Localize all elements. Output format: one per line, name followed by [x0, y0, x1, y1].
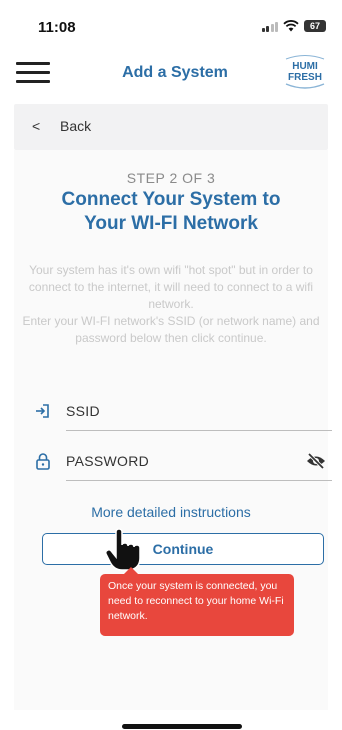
description-para-1: Your system has it's own wifi "hot spot"… [28, 263, 314, 311]
main-content: STEP 2 OF 3 Connect Your System to Your … [14, 150, 332, 710]
heading-line-2: Your WI-FI Network [84, 213, 258, 234]
chevron-left-icon: < [32, 118, 41, 134]
eye-off-icon[interactable] [306, 452, 326, 470]
status-bar: 11:08 67 [0, 0, 342, 44]
svg-text:FRESH: FRESH [288, 72, 322, 83]
description: Your system has it's own wifi "hot spot"… [20, 262, 322, 347]
battery-icon: 67 [304, 20, 326, 32]
ssid-underline [66, 430, 332, 431]
app-header: Add a System HUMI FRESH [0, 52, 342, 96]
lock-icon [36, 453, 50, 470]
status-time: 11:08 [38, 19, 76, 36]
svg-text:HUMI: HUMI [292, 61, 318, 72]
connection-tooltip: Once your system is connected, you need … [100, 567, 294, 636]
continue-label: Continue [152, 541, 214, 557]
pointing-hand-icon [105, 528, 141, 571]
more-instructions-link[interactable]: More detailed instructions [14, 504, 328, 520]
wifi-icon [283, 20, 299, 32]
continue-button[interactable]: Continue [42, 533, 324, 565]
page-title: Add a System [122, 64, 228, 81]
back-label: Back [60, 118, 92, 134]
back-button[interactable]: < Back [14, 104, 328, 150]
signal-icon [261, 21, 278, 32]
heading-line-1: Connect Your System to [61, 189, 281, 210]
step-indicator: STEP 2 OF 3 [126, 170, 216, 186]
status-icons: 67 [261, 18, 326, 34]
password-underline [66, 480, 332, 481]
home-indicator [122, 724, 242, 729]
humifresh-logo: HUMI FRESH [285, 55, 325, 89]
menu-icon[interactable] [16, 60, 50, 86]
password-input[interactable]: PASSWORD [66, 453, 149, 469]
description-para-2: Enter your WI-FI network's SSID (or netw… [22, 314, 320, 345]
login-icon [36, 404, 49, 418]
ssid-input[interactable]: SSID [66, 403, 100, 419]
ssid-field[interactable]: SSID [34, 396, 332, 432]
password-field[interactable]: PASSWORD [34, 446, 332, 482]
screen-heading: Connect Your System to Your WI-FI Networ… [24, 188, 318, 236]
